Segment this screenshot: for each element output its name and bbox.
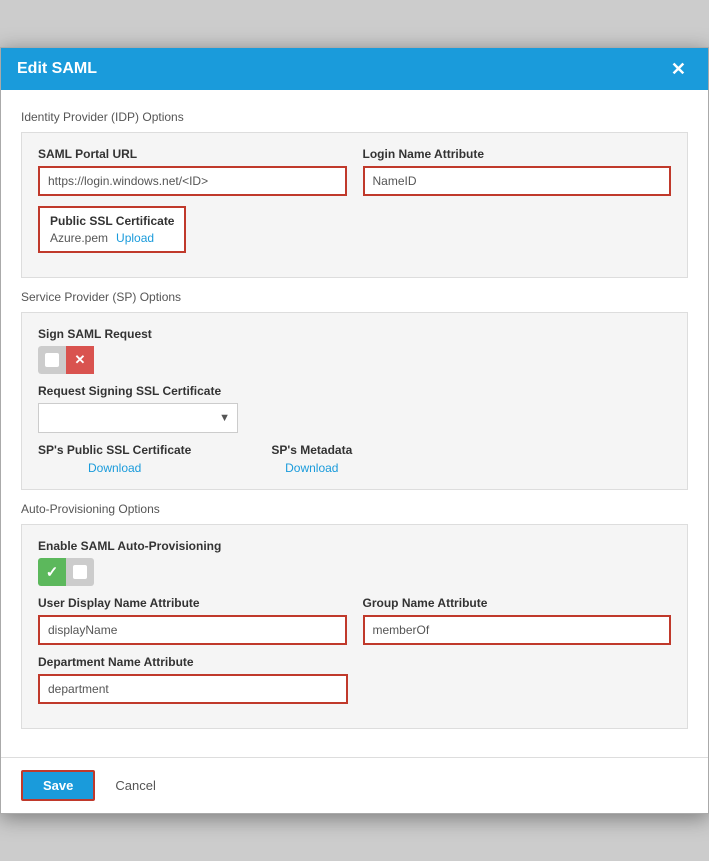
saml-url-label: SAML Portal URL — [38, 147, 347, 161]
modal-footer: Save Cancel — [1, 757, 708, 813]
ssl-cert-label: Public SSL Certificate — [50, 214, 174, 228]
toggle-gray-part — [66, 558, 94, 586]
downloads-row: SP's Public SSL Certificate Download SP'… — [38, 443, 671, 475]
group-name-group: Group Name Attribute — [363, 596, 672, 645]
idp-section-box: SAML Portal URL Login Name Attribute Pub… — [21, 132, 688, 278]
public-ssl-label: SP's Public SSL Certificate — [38, 443, 191, 457]
idp-section-label: Identity Provider (IDP) Options — [21, 110, 688, 124]
modal-title: Edit SAML — [17, 60, 97, 78]
user-display-input[interactable] — [38, 615, 347, 645]
group-name-input[interactable] — [363, 615, 672, 645]
toggle-knob — [45, 353, 59, 367]
login-name-input[interactable] — [363, 166, 672, 196]
sign-saml-label: Sign SAML Request — [38, 327, 671, 341]
enable-auto-prov-label: Enable SAML Auto-Provisioning — [38, 539, 671, 553]
edit-saml-modal: Edit SAML ✕ Identity Provider (IDP) Opti… — [0, 47, 709, 814]
ssl-cert-box: Public SSL Certificate Azure.pem Upload — [38, 206, 186, 253]
save-button[interactable]: Save — [21, 770, 95, 801]
login-name-label: Login Name Attribute — [363, 147, 672, 161]
public-ssl-download-button[interactable]: Download — [38, 461, 191, 475]
user-display-group: User Display Name Attribute — [38, 596, 347, 645]
modal-header: Edit SAML ✕ — [1, 48, 708, 90]
req-signing-label: Request Signing SSL Certificate — [38, 384, 258, 398]
metadata-download-button[interactable]: Download — [271, 461, 352, 475]
ssl-cert-filename: Azure.pem — [50, 231, 108, 245]
ssl-cert-row: Azure.pem Upload — [50, 231, 174, 245]
toggle-check-part: ✓ — [38, 558, 66, 586]
sp-section-label: Service Provider (SP) Options — [21, 290, 688, 304]
dept-name-label: Department Name Attribute — [38, 655, 348, 669]
saml-url-input[interactable] — [38, 166, 347, 196]
close-button[interactable]: ✕ — [665, 58, 692, 80]
toggle-off-part — [38, 346, 66, 374]
sign-saml-group: Sign SAML Request ✕ — [38, 327, 671, 374]
upload-button[interactable]: Upload — [116, 231, 154, 245]
modal-body: Identity Provider (IDP) Options SAML Por… — [1, 90, 708, 757]
group-name-label: Group Name Attribute — [363, 596, 672, 610]
req-signing-group: Request Signing SSL Certificate ▼ — [38, 384, 258, 433]
login-name-group: Login Name Attribute — [363, 147, 672, 196]
auto-prov-section-box: Enable SAML Auto-Provisioning ✓ User Dis… — [21, 524, 688, 729]
sp-section-box: Sign SAML Request ✕ Request Signing SSL … — [21, 312, 688, 490]
idp-top-row: SAML Portal URL Login Name Attribute — [38, 147, 671, 206]
metadata-label: SP's Metadata — [271, 443, 352, 457]
req-signing-select[interactable] — [38, 403, 238, 433]
public-ssl-group: SP's Public SSL Certificate Download — [38, 443, 191, 475]
ssl-cert-group: Public SSL Certificate Azure.pem Upload — [38, 206, 186, 253]
metadata-group: SP's Metadata Download — [271, 443, 352, 475]
toggle-gray-knob — [73, 565, 87, 579]
saml-url-group: SAML Portal URL — [38, 147, 347, 196]
dept-name-group: Department Name Attribute — [38, 655, 348, 704]
cancel-button[interactable]: Cancel — [105, 772, 165, 799]
auto-prov-toggle[interactable]: ✓ — [38, 558, 671, 586]
req-signing-select-wrapper: ▼ — [38, 403, 238, 433]
enable-auto-prov-group: Enable SAML Auto-Provisioning ✓ — [38, 539, 671, 586]
dept-name-input[interactable] — [38, 674, 348, 704]
attribute-row-1: User Display Name Attribute Group Name A… — [38, 596, 671, 655]
sign-saml-toggle[interactable]: ✕ — [38, 346, 671, 374]
toggle-x-part: ✕ — [66, 346, 94, 374]
user-display-label: User Display Name Attribute — [38, 596, 347, 610]
auto-prov-section-label: Auto-Provisioning Options — [21, 502, 688, 516]
